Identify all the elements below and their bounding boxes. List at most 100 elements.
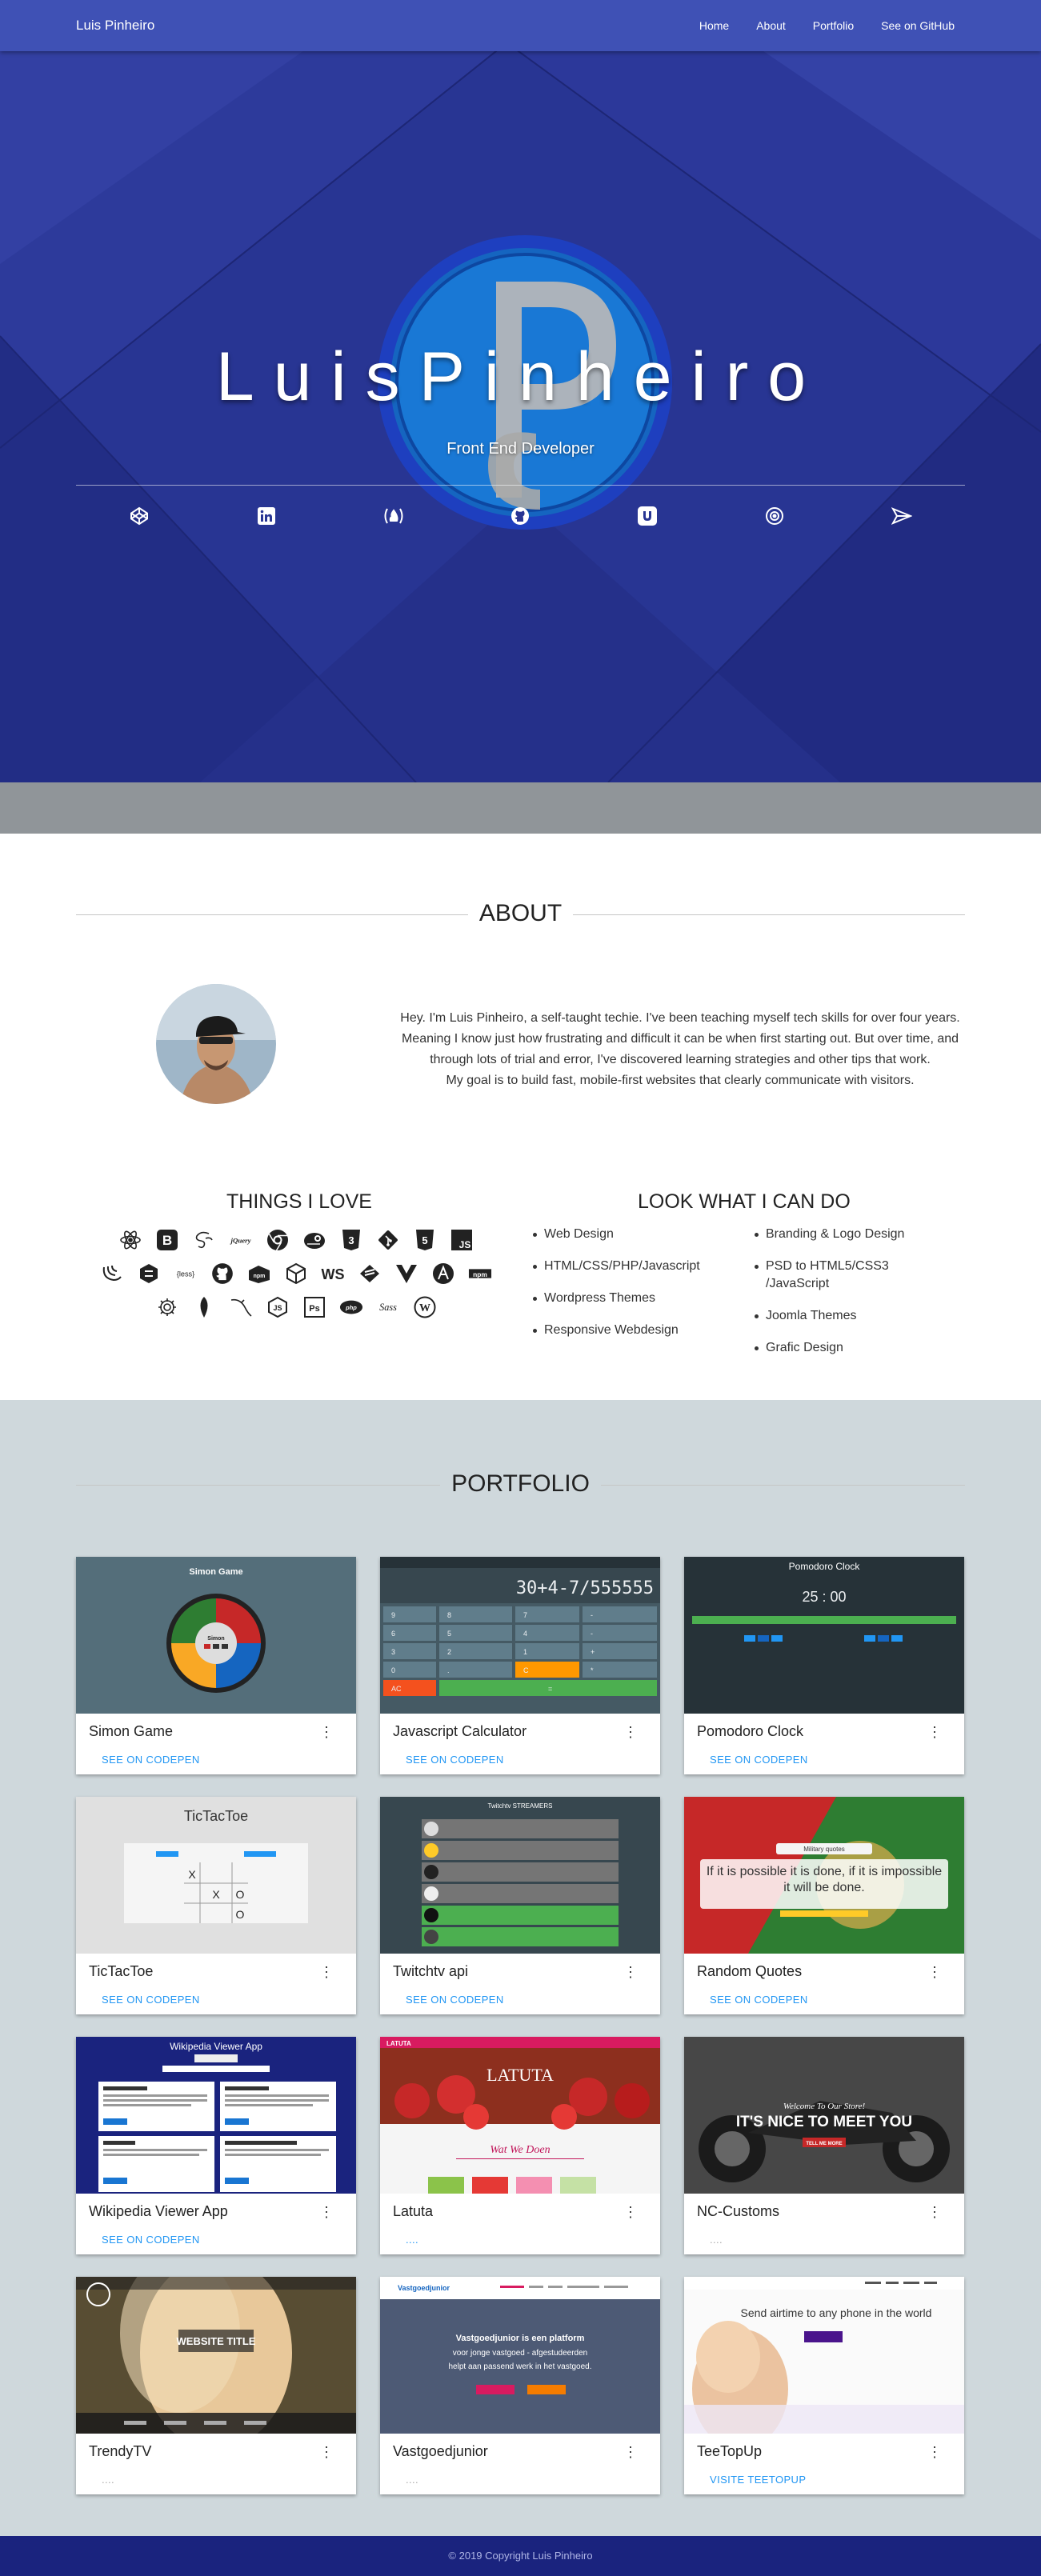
project-title: Vastgoedjunior [393,2443,488,2459]
project-thumbnail[interactable]: Vastgoedjunior Vastgoedjunior is een pla… [380,2277,660,2434]
about-rule-right [573,914,965,915]
calc-key-label: - [591,1630,593,1638]
project-link[interactable]: SEE ON CODEPEN [102,1754,200,1766]
portfolio-heading: PORTFOLIO [76,1470,965,1498]
thumb-nc-btn: TELL ME MORE [806,2142,842,2146]
calc-key [583,1625,657,1641]
avatar [156,984,276,1104]
calc-display: 30+4-7/555555 [516,1578,654,1598]
php-icon: php [339,1295,363,1319]
more-vert-icon[interactable]: ⋮ [927,1965,942,1979]
more-vert-icon[interactable]: ⋮ [927,1725,942,1739]
project-thumbnail[interactable]: Pomodoro Clock 25 : 00 [684,1557,964,1714]
npm-text-icon: npm [468,1262,492,1286]
project-title: TicTacToe [89,1963,154,1979]
project-thumbnail[interactable]: 30+4-7/555555 9 8 7 - 6 5 4 - 3 2 1 +0. C * AC = [380,1557,660,1714]
freecodecamp-icon[interactable] [382,504,406,528]
nav-github[interactable]: See on GitHub [881,19,955,32]
project-link[interactable]: .... [406,2474,418,2486]
can-do-item: PSD to HTML5/CSS3 /JavaScript [755,1258,915,1293]
send-icon[interactable] [890,504,914,528]
ttt-cell: O [236,1888,245,1901]
project-thumbnail[interactable]: TicTacToe X X O O [76,1797,356,1954]
brand[interactable]: Luis Pinheiro [76,18,154,34]
more-vert-icon[interactable]: ⋮ [623,1725,638,1739]
calc-key-label: = [548,1685,552,1693]
things-i-love-title: THINGS I LOVE [226,1190,372,1213]
nav-portfolio[interactable]: Portfolio [813,19,854,32]
codepen-box-icon [137,1262,161,1286]
project-thumbnail[interactable]: Simon Game Simon [76,1557,356,1714]
project-link[interactable]: .... [102,2474,114,2486]
hero-bottom-band [0,782,1041,834]
more-vert-icon[interactable]: ⋮ [319,2205,334,2219]
more-vert-icon[interactable]: ⋮ [319,1965,334,1979]
project-link[interactable]: SEE ON CODEPEN [406,1994,504,2006]
svg-text:Sass: Sass [379,1302,397,1313]
project-card: Twitchtv STREAMERS Twitchtv api ⋮ SEE ON… [380,1797,660,2014]
target-icon[interactable] [763,504,787,528]
more-vert-icon[interactable]: ⋮ [319,2445,334,2459]
more-vert-icon[interactable]: ⋮ [623,2205,638,2219]
more-vert-icon[interactable]: ⋮ [319,1725,334,1739]
thumb-pomodoro-time: 25 : 00 [802,1589,846,1605]
can-do-item: Web Design [533,1226,700,1243]
about-line: My goal is to build fast, mobile-first w… [446,1074,915,1087]
project-thumbnail[interactable]: Wikipedia Viewer App [76,2037,356,2194]
chrome-icon [266,1228,290,1252]
calc-key-label: 7 [523,1611,527,1619]
project-link[interactable]: SEE ON CODEPEN [406,1754,504,1766]
project-thumbnail[interactable]: Military quotes If it is possible it is … [684,1797,964,1954]
project-link[interactable]: SEE ON CODEPEN [102,1994,200,2006]
hero-name: LuisPinheiro [215,338,826,415]
project-card: TicTacToe X X O O TicTacToe ⋮ SEE ON COD… [76,1797,356,2014]
project-card: Welcome To Our Store! IT'S NICE TO MEET … [684,2037,964,2254]
social-links [76,504,965,528]
thumb-vast-line: helpt aan passend werk in het vastgoed. [448,2362,591,2371]
project-link[interactable]: .... [406,2234,418,2246]
portfolio-rule-left [76,1485,440,1486]
linkedin-icon[interactable] [254,504,278,528]
project-thumbnail[interactable]: WEBSITE TITLE [76,2277,356,2434]
project-thumbnail[interactable]: Send airtime to any phone in the world [684,2277,964,2434]
svg-text:JS: JS [459,1239,471,1250]
project-link[interactable]: SEE ON CODEPEN [710,1754,808,1766]
can-do-item: Responsive Webdesign [533,1322,700,1339]
more-vert-icon[interactable]: ⋮ [927,2445,942,2459]
about-rule-left [76,914,468,915]
calc-key-label: 9 [391,1611,395,1619]
project-card: Pomodoro Clock 25 : 00 Pomodoro Clock ⋮ … [684,1557,964,1774]
project-thumbnail[interactable]: Welcome To Our Store! IT'S NICE TO MEET … [684,2037,964,2194]
nav-about[interactable]: About [756,19,786,32]
project-thumbnail[interactable]: LATUTA LATUTA Wat We Doen [380,2037,660,2194]
project-link[interactable]: .... [710,2234,723,2246]
can-do-item: Joomla Themes [755,1307,915,1325]
photoshop-icon: Ps [302,1295,326,1319]
calc-key-label: . [447,1666,450,1674]
github-icon[interactable] [508,504,532,528]
leaf-icon [192,1295,216,1319]
udemy-icon[interactable] [635,504,659,528]
skills-grid: B jQuery 3 5 JS {less} npm WS npm JS Ps … [96,1228,496,1329]
project-thumbnail[interactable]: Twitchtv STREAMERS [380,1797,660,1954]
can-do-list-right: Branding & Logo Design PSD to HTML5/CSS3… [755,1226,915,1371]
nav-home[interactable]: Home [699,19,729,32]
more-vert-icon[interactable]: ⋮ [623,1965,638,1979]
project-card: WEBSITE TITLE TrendyTV ⋮ .... [76,2277,356,2494]
svg-text:B: B [162,1233,172,1248]
more-vert-icon[interactable]: ⋮ [927,2205,942,2219]
thumb-simon-title: Simon Game [189,1567,242,1577]
more-vert-icon[interactable]: ⋮ [623,2445,638,2459]
project-link[interactable]: SEE ON CODEPEN [710,1994,808,2006]
can-do-item: HTML/CSS/PHP/Javascript [533,1258,700,1275]
project-link[interactable]: VISITE TEETOPUP [710,2474,806,2486]
footer: © 2019 Copyright Luis Pinheiro [0,2536,1041,2576]
project-link[interactable]: SEE ON CODEPEN [102,2234,200,2246]
about-title: ABOUT [478,900,563,926]
svg-text:{less}: {less} [177,1270,194,1278]
project-card: Military quotes If it is possible it is … [684,1797,964,2014]
mysql-icon [229,1295,253,1319]
calc-key-label: * [591,1666,594,1674]
project-title: Random Quotes [697,1963,803,1979]
codepen-icon[interactable] [127,504,151,528]
